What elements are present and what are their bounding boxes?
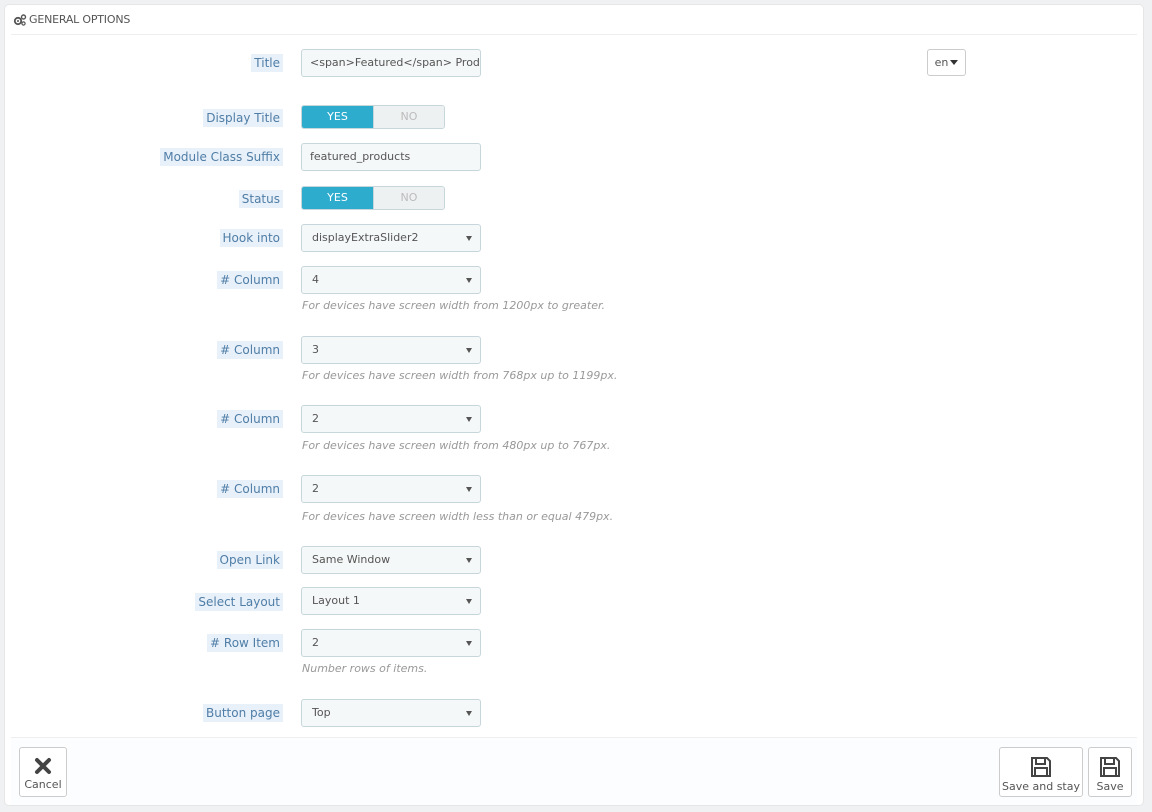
caret-down-icon — [466, 348, 472, 353]
caret-down-icon — [466, 236, 472, 241]
select-layout-label: Select Layout — [195, 593, 283, 611]
column-lg-select[interactable]: 4 — [301, 266, 481, 294]
display-title-no[interactable]: NO — [373, 106, 444, 128]
save-label: Save — [1096, 780, 1124, 793]
row-item-select[interactable]: 2 — [301, 629, 481, 657]
caret-down-icon — [950, 60, 959, 65]
hook-into-value: displayExtraSlider2 — [312, 231, 419, 244]
cogs-icon — [13, 13, 27, 26]
panel-title: GENERAL OPTIONS — [29, 13, 131, 26]
caret-down-icon — [466, 487, 472, 492]
button-page-select[interactable]: Top — [301, 699, 481, 727]
caret-down-icon — [466, 558, 472, 563]
caret-down-icon — [466, 278, 472, 283]
column-md-select[interactable]: 3 — [301, 336, 481, 364]
open-link-select[interactable]: Same Window — [301, 546, 481, 574]
column-xs-label: # Column — [217, 480, 283, 498]
status-no[interactable]: NO — [373, 187, 444, 209]
select-layout-select[interactable]: Layout 1 — [301, 587, 481, 615]
title-label: Title — [251, 54, 283, 72]
display-title-yes[interactable]: YES — [302, 106, 373, 128]
row-item-help: Number rows of items. — [302, 662, 428, 675]
panel-footer: Cancel Save and stay Save — [11, 737, 1137, 805]
button-page-label: Button page — [203, 704, 283, 722]
language-dropdown[interactable]: en — [927, 49, 966, 76]
floppy-disk-icon — [1031, 757, 1051, 777]
column-sm-label: # Column — [217, 410, 283, 428]
caret-down-icon — [466, 599, 472, 604]
column-xs-value: 2 — [312, 482, 319, 495]
status-toggle[interactable]: YES NO — [301, 186, 445, 210]
cancel-label: Cancel — [24, 778, 62, 791]
general-options-panel: GENERAL OPTIONS Title <span>Featured</sp… — [4, 4, 1144, 806]
display-title-label: Display Title — [203, 109, 283, 127]
title-input[interactable]: <span>Featured</span> Products — [301, 49, 481, 77]
status-label: Status — [238, 190, 283, 208]
status-yes[interactable]: YES — [302, 187, 373, 209]
column-xs-help: For devices have screen width less than … — [302, 510, 614, 523]
caret-down-icon — [466, 711, 472, 716]
save-and-stay-button[interactable]: Save and stay — [999, 747, 1083, 797]
hook-into-label: Hook into — [219, 229, 283, 247]
column-md-help: For devices have screen width from 768px… — [302, 369, 618, 382]
column-lg-help: For devices have screen width from 1200p… — [302, 299, 606, 312]
open-link-value: Same Window — [312, 553, 391, 566]
module-class-suffix-label: Module Class Suffix — [160, 148, 283, 166]
hook-into-select[interactable]: displayExtraSlider2 — [301, 224, 481, 252]
row-item-label: # Row Item — [207, 634, 283, 652]
save-button[interactable]: Save — [1088, 747, 1132, 797]
column-sm-select[interactable]: 2 — [301, 405, 481, 433]
column-lg-label: # Column — [217, 271, 283, 289]
language-code: en — [934, 56, 949, 69]
column-lg-value: 4 — [312, 273, 319, 286]
column-md-value: 3 — [312, 343, 319, 356]
caret-down-icon — [466, 417, 472, 422]
close-icon — [35, 758, 51, 774]
display-title-toggle[interactable]: YES NO — [301, 105, 445, 129]
cancel-button[interactable]: Cancel — [19, 747, 67, 797]
row-item-value: 2 — [312, 636, 319, 649]
column-xs-select[interactable]: 2 — [301, 475, 481, 503]
open-link-label: Open Link — [216, 551, 283, 569]
select-layout-value: Layout 1 — [312, 594, 360, 607]
column-sm-help: For devices have screen width from 480px… — [302, 439, 611, 452]
caret-down-icon — [466, 641, 472, 646]
column-sm-value: 2 — [312, 412, 319, 425]
save-and-stay-label: Save and stay — [1002, 780, 1080, 793]
floppy-disk-icon — [1100, 757, 1120, 777]
module-class-suffix-input[interactable]: featured_products — [301, 143, 481, 171]
panel-heading: GENERAL OPTIONS — [11, 5, 1137, 35]
column-md-label: # Column — [217, 341, 283, 359]
button-page-value: Top — [312, 706, 331, 719]
